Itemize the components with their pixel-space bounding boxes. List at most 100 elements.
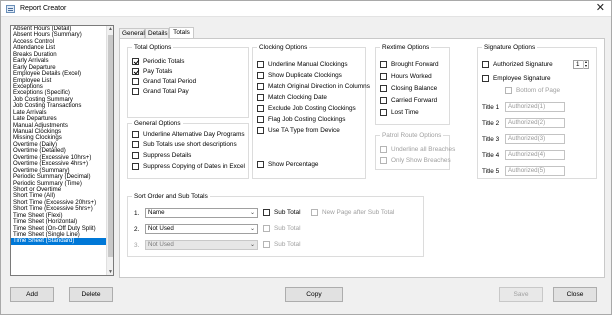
checkbox-box[interactable] xyxy=(380,73,387,80)
patrol-route-options-legend: Patrol Route Options xyxy=(380,132,444,139)
report-list-item[interactable]: Time Sheet (Standard) xyxy=(11,237,113,245)
sub-total-1-checkbox[interactable]: Sub Total xyxy=(263,209,301,216)
save-button[interactable]: Save xyxy=(499,287,543,302)
checkbox-box[interactable] xyxy=(311,209,318,216)
title-5-input[interactable]: Authorized(5) xyxy=(505,166,565,176)
checkbox-label: Periodic Totals xyxy=(143,58,185,65)
bottom-of-page-checkbox[interactable]: Bottom of Page xyxy=(505,87,560,94)
flag-job-costing-checkbox[interactable]: Flag Job Costing Clockings xyxy=(257,116,345,123)
grand-total-period-checkbox[interactable]: Grand Total Period xyxy=(132,78,196,85)
signature-options-legend: Signature Options xyxy=(482,44,538,51)
show-percentage-checkbox[interactable]: Show Percentage xyxy=(257,161,318,168)
carried-forward-checkbox[interactable]: Carried Forward xyxy=(380,97,437,104)
checkbox-box[interactable] xyxy=(482,61,489,68)
close-window-icon[interactable]: ✕ xyxy=(596,2,605,14)
sort-order-3-select[interactable]: Not Used ⌄ xyxy=(145,240,258,250)
title-3-input[interactable]: Authorized(3) xyxy=(505,134,565,144)
checkbox-box[interactable] xyxy=(132,78,139,85)
tab-details[interactable]: Details xyxy=(145,28,169,38)
checkbox-box[interactable] xyxy=(257,61,264,68)
closing-balance-checkbox[interactable]: Closing Balance xyxy=(380,85,437,92)
checkbox-box[interactable] xyxy=(505,87,512,94)
chevron-down-icon[interactable]: ⌄ xyxy=(250,241,255,249)
brought-forward-checkbox[interactable]: Brought Forward xyxy=(380,61,439,68)
checkbox-box[interactable] xyxy=(257,72,264,79)
chevron-down-icon[interactable]: ⌄ xyxy=(250,225,255,233)
sub-total-2-checkbox[interactable]: Sub Total xyxy=(263,225,301,232)
sub-total-3-checkbox[interactable]: Sub Total xyxy=(263,241,301,248)
grand-total-pay-checkbox[interactable]: Grand Total Pay xyxy=(132,88,189,95)
checkbox-label: New Page after Sub Total xyxy=(322,209,395,216)
checkbox-box[interactable] xyxy=(263,241,270,248)
checkbox-box[interactable] xyxy=(380,85,387,92)
report-list[interactable]: Absent Hours (Detail) Absent Hours (Summa… xyxy=(10,25,114,276)
checkbox-box[interactable] xyxy=(132,68,139,75)
checkbox-label: Brought Forward xyxy=(391,61,439,68)
suppress-copying-dates-checkbox[interactable]: Suppress Copying of Dates in Excel xyxy=(132,163,245,170)
delete-button[interactable]: Delete xyxy=(69,287,113,302)
checkbox-box[interactable] xyxy=(257,127,264,134)
match-clocking-date-checkbox[interactable]: Match Clocking Date xyxy=(257,94,327,101)
sort-order-1-select[interactable]: Name ⌄ xyxy=(145,208,258,218)
checkbox-box[interactable] xyxy=(132,88,139,95)
title-4-input[interactable]: Authorized(4) xyxy=(505,150,565,160)
match-original-direction-checkbox[interactable]: Match Original Direction in Columns xyxy=(257,83,370,90)
checkbox-box[interactable] xyxy=(132,58,139,65)
periodic-totals-checkbox[interactable]: Periodic Totals xyxy=(132,58,184,65)
new-page-after-sub-total-checkbox[interactable]: New Page after Sub Total xyxy=(311,209,394,216)
authorized-signature-checkbox[interactable]: Authorized Signature xyxy=(482,61,553,68)
hours-worked-checkbox[interactable]: Hours Worked xyxy=(380,73,432,80)
checkbox-box[interactable] xyxy=(380,97,387,104)
suppress-details-checkbox[interactable]: Suppress Details xyxy=(132,152,191,159)
scroll-up-icon[interactable]: ▲ xyxy=(108,26,113,32)
lost-time-checkbox[interactable]: Lost Time xyxy=(380,109,419,116)
exclude-job-costing-checkbox[interactable]: Exclude Job Costing Clockings xyxy=(257,105,356,112)
checkbox-box[interactable] xyxy=(263,209,270,216)
checkbox-label: Hours Worked xyxy=(391,73,432,80)
tab-totals[interactable]: Totals xyxy=(169,27,194,38)
spin-down-icon[interactable]: ▼ xyxy=(584,64,588,68)
use-ta-type-checkbox[interactable]: Use TA Type from Device xyxy=(257,127,340,134)
sort-order-1-value: Name xyxy=(148,209,165,216)
underline-all-breaches-checkbox[interactable]: Underline all Breaches xyxy=(380,146,455,153)
checkbox-box[interactable] xyxy=(380,109,387,116)
close-button[interactable]: Close xyxy=(553,287,597,302)
checkbox-box[interactable] xyxy=(263,225,270,232)
add-button[interactable]: Add xyxy=(10,287,54,302)
report-list-scrollbar[interactable]: ▲ ▼ xyxy=(106,26,113,275)
spinner-arrows[interactable]: ▲ ▼ xyxy=(583,60,588,69)
sort-order-2-select[interactable]: Not Used ⌄ xyxy=(145,224,258,234)
underline-manual-clockings-checkbox[interactable]: Underline Manual Clockings xyxy=(257,61,348,68)
checkbox-box[interactable] xyxy=(257,83,264,90)
short-descriptions-checkbox[interactable]: Sub Totals use short descriptions xyxy=(132,141,237,148)
checkbox-box[interactable] xyxy=(380,61,387,68)
scrollbar-thumb[interactable] xyxy=(108,35,113,257)
show-duplicate-clockings-checkbox[interactable]: Show Duplicate Clockings xyxy=(257,72,342,79)
copy-button[interactable]: Copy xyxy=(285,287,343,302)
title-1-input[interactable]: Authorized(1) xyxy=(505,102,565,112)
checkbox-box[interactable] xyxy=(482,75,489,82)
sort-order-legend: Sort Order and Sub Totals xyxy=(132,193,210,200)
chevron-down-icon[interactable]: ⌄ xyxy=(250,209,255,217)
pay-totals-checkbox[interactable]: Pay Totals xyxy=(132,68,172,75)
checkbox-box[interactable] xyxy=(257,105,264,112)
underline-alt-day-programs-checkbox[interactable]: Underline Alternative Day Programs xyxy=(132,131,245,138)
checkbox-box[interactable] xyxy=(132,163,139,170)
checkbox-box[interactable] xyxy=(132,141,139,148)
only-show-breaches-checkbox[interactable]: Only Show Breaches xyxy=(380,157,451,164)
checkbox-label: Grand Total Period xyxy=(143,78,197,85)
title-2-input[interactable]: Authorized(2) xyxy=(505,118,565,128)
clocking-options-group: Clocking Options Underline Manual Clocki… xyxy=(252,44,370,179)
tab-general[interactable]: General xyxy=(119,28,145,38)
checkbox-box[interactable] xyxy=(257,161,264,168)
checkbox-box[interactable] xyxy=(132,152,139,159)
checkbox-box[interactable] xyxy=(132,131,139,138)
checkbox-box[interactable] xyxy=(380,146,387,153)
checkbox-box[interactable] xyxy=(257,94,264,101)
scroll-down-icon[interactable]: ▼ xyxy=(108,269,113,275)
signature-count-spinner[interactable]: 1 ▲ ▼ xyxy=(573,60,589,69)
checkbox-label: Sub Total xyxy=(274,209,301,216)
checkbox-box[interactable] xyxy=(257,116,264,123)
checkbox-box[interactable] xyxy=(380,157,387,164)
employee-signature-checkbox[interactable]: Employee Signature xyxy=(482,75,551,82)
